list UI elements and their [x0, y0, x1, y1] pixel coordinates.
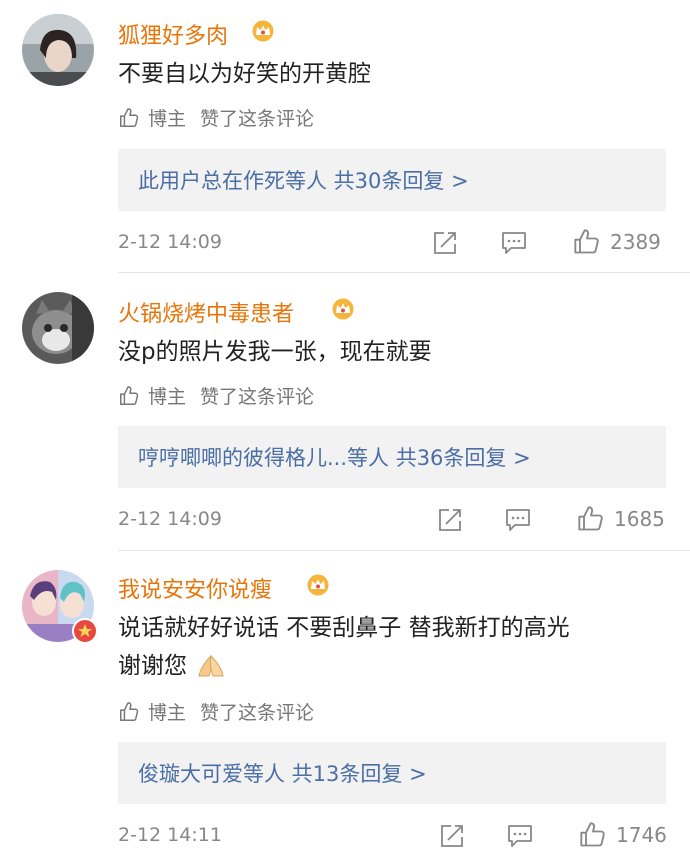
- thumbs-up-icon: [120, 107, 139, 127]
- username[interactable]: 狐狸好多肉: [118, 18, 228, 50]
- reply-summary-box[interactable]: 此用户总在作死等人 共30条回复 >: [118, 149, 666, 211]
- author-liked-note: 博主 赞了这条评论: [118, 382, 314, 409]
- comment-icon[interactable]: [501, 230, 527, 256]
- verified-badge-icon: [72, 618, 98, 644]
- reply-summary-box[interactable]: 哼哼唧唧的彼得格儿...等人 共36条回复 >: [118, 426, 666, 488]
- thumbs-up-icon: [120, 701, 139, 721]
- vip-crown-icon: [307, 574, 329, 596]
- folded-hands-emoji-icon: [198, 654, 224, 677]
- vip-crown-icon: [252, 20, 274, 42]
- comment-item: 狐狸好多肉 不要自以为好笑的开黄腔 博主 赞了这条评论 此用户总在作死等人 共30…: [0, 0, 690, 272]
- share-icon[interactable]: [439, 823, 465, 849]
- timestamp: 2-12 14:09: [118, 231, 222, 253]
- comment-text: 说话就好好说话 不要刮鼻子 替我新打的高光: [118, 615, 570, 641]
- author-label: 博主: [148, 702, 187, 724]
- liked-label: 赞了这条评论: [200, 386, 315, 408]
- comment-text: 不要自以为好笑的开黄腔: [118, 61, 371, 87]
- vip-crown-icon: [332, 298, 354, 320]
- comment-item: 火锅烧烤中毒患者 没p的照片发我一张，现在就要 博主 赞了这条评论 哼哼唧唧的彼得…: [0, 272, 690, 550]
- thumbs-up-icon: [120, 385, 139, 405]
- comment-icon[interactable]: [507, 823, 533, 849]
- reply-summary-link[interactable]: 俊璇大可爱等人 共13条回复 >: [138, 758, 427, 788]
- author-label: 博主: [148, 108, 187, 130]
- like-count: 1746: [616, 823, 667, 847]
- comment-icon[interactable]: [505, 507, 531, 533]
- comment-text-end: 谢谢您: [118, 653, 187, 679]
- reply-summary-link[interactable]: 哼哼唧唧的彼得格儿...等人 共36条回复 >: [138, 442, 531, 472]
- author-liked-note: 博主 赞了这条评论: [118, 698, 314, 725]
- comment-text-line2: 谢谢您: [118, 648, 227, 684]
- share-icon[interactable]: [437, 507, 463, 533]
- liked-label: 赞了这条评论: [200, 108, 315, 130]
- username[interactable]: 我说安安你说瘦: [118, 572, 272, 604]
- liked-label: 赞了这条评论: [200, 702, 315, 724]
- reply-summary-box[interactable]: 俊璇大可爱等人 共13条回复 >: [118, 742, 666, 804]
- author-liked-note: 博主 赞了这条评论: [118, 104, 314, 131]
- like-icon[interactable]: [572, 228, 602, 256]
- like-icon[interactable]: [578, 821, 608, 849]
- reply-summary-link[interactable]: 此用户总在作死等人 共30条回复 >: [138, 165, 469, 195]
- like-count: 2389: [610, 230, 661, 254]
- like-icon[interactable]: [576, 505, 606, 533]
- avatar[interactable]: [22, 14, 94, 86]
- username[interactable]: 火锅烧烤中毒患者: [118, 296, 294, 328]
- timestamp: 2-12 14:09: [118, 508, 222, 530]
- share-icon[interactable]: [432, 230, 458, 256]
- timestamp: 2-12 14:11: [118, 824, 222, 846]
- avatar[interactable]: [22, 292, 94, 364]
- like-count: 1685: [614, 507, 665, 531]
- comment-text: 没p的照片发我一张，现在就要: [118, 339, 432, 365]
- comment-item: 我说安安你说瘦 说话就好好说话 不要刮鼻子 替我新打的高光 谢谢您 博主 赞了这条…: [0, 550, 690, 855]
- author-label: 博主: [148, 386, 187, 408]
